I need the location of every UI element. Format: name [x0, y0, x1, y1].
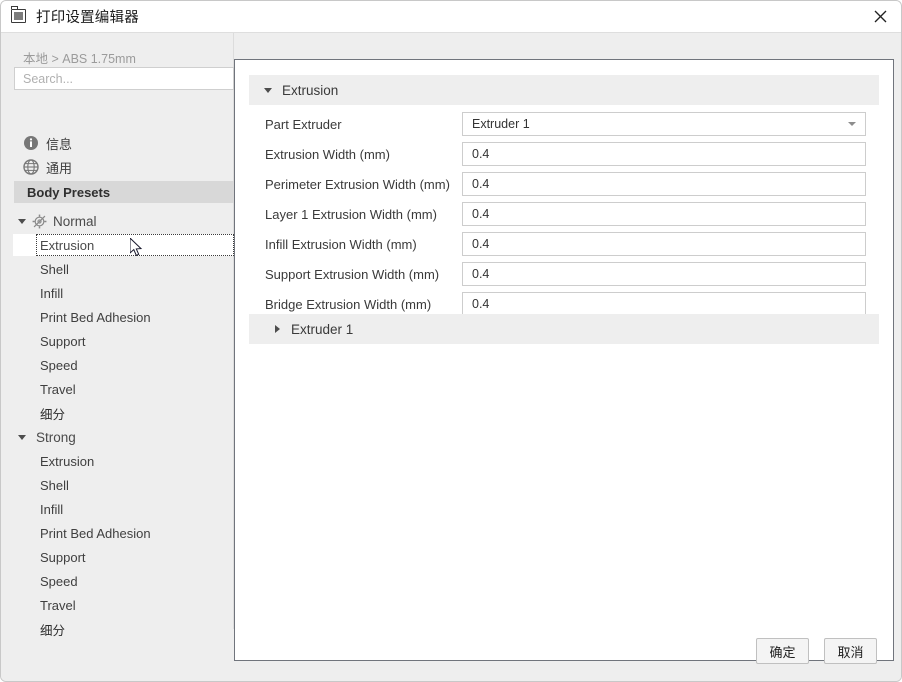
field-label: Part Extruder	[265, 117, 342, 132]
tree-item-strong-print-bed-adhesion[interactable]: Print Bed Adhesion	[1, 521, 234, 545]
tree-item-normal-extrusion[interactable]: Extrusion	[1, 233, 234, 257]
sidebar-item-label: 信息	[46, 134, 72, 153]
tree-item-label: Speed	[40, 574, 78, 589]
section-extruder1-header[interactable]: Extruder 1	[249, 314, 879, 344]
field-value: 0.4	[472, 297, 489, 311]
bridge-extrusion-width-input[interactable]: 0.4	[462, 292, 866, 316]
tree-item-strong-infill[interactable]: Infill	[1, 497, 234, 521]
section-title: Extruder 1	[291, 322, 353, 337]
part-extruder-dropdown[interactable]: Extruder 1	[462, 112, 866, 136]
close-icon	[874, 10, 887, 23]
sidebar-item-info[interactable]: 信息	[1, 131, 234, 155]
tree-item-normal-travel[interactable]: Travel	[1, 377, 234, 401]
field-perimeter-extrusion-width: Perimeter Extrusion Width (mm) 0.4	[235, 172, 895, 200]
chevron-down-icon[interactable]	[264, 86, 273, 95]
chevron-down-icon	[848, 122, 856, 126]
tree-group-label: Normal	[53, 214, 97, 229]
tree-item-label: Travel	[40, 382, 76, 397]
tree-item-label: Support	[40, 334, 86, 349]
tree-item-normal-print-bed-adhesion[interactable]: Print Bed Adhesion	[1, 305, 234, 329]
field-value: 0.4	[472, 207, 489, 221]
field-value: 0.4	[472, 267, 489, 281]
sidebar-section-header[interactable]: Body Presets	[14, 181, 234, 203]
tree-group-label: Strong	[36, 430, 76, 445]
perimeter-extrusion-width-input[interactable]: 0.4	[462, 172, 866, 196]
tree-item-label: Infill	[40, 286, 63, 301]
tree-item-normal-shell[interactable]: Shell	[1, 257, 234, 281]
printer-settings-icon	[11, 8, 28, 25]
tree-item-strong-speed[interactable]: Speed	[1, 569, 234, 593]
chevron-down-icon[interactable]	[18, 217, 27, 226]
field-value: 0.4	[472, 237, 489, 251]
dialog-body: 本地 > ABS 1.75mm 信息	[1, 33, 902, 682]
globe-icon	[23, 159, 39, 175]
tree-item-strong-support[interactable]: Support	[1, 545, 234, 569]
layer1-extrusion-width-input[interactable]: 0.4	[462, 202, 866, 226]
tree-item-label: Support	[40, 550, 86, 565]
dialog-footer: 确定 取消	[1, 629, 902, 682]
section-title: Extrusion	[282, 83, 338, 98]
print-settings-editor-window: 打印设置编辑器 本地 > ABS 1.75mm	[0, 0, 902, 682]
search-input[interactable]	[14, 67, 234, 90]
tree-item-normal-speed[interactable]: Speed	[1, 353, 234, 377]
chevron-down-icon[interactable]	[18, 433, 27, 442]
field-label: Infill Extrusion Width (mm)	[265, 237, 417, 252]
tree-item-strong-travel[interactable]: Travel	[1, 593, 234, 617]
tree-item-label: Print Bed Adhesion	[40, 526, 151, 541]
tree-item-strong-shell[interactable]: Shell	[1, 473, 234, 497]
tree-item-label: Extrusion	[40, 454, 94, 469]
window-title: 打印设置编辑器	[36, 6, 139, 27]
field-extrusion-width: Extrusion Width (mm) 0.4	[235, 142, 895, 170]
title-bar: 打印设置编辑器	[1, 1, 902, 33]
section-extrusion-header[interactable]: Extrusion	[249, 75, 879, 105]
field-support-extrusion-width: Support Extrusion Width (mm) 0.4	[235, 262, 895, 290]
field-label: Layer 1 Extrusion Width (mm)	[265, 207, 437, 222]
cancel-button[interactable]: 取消	[824, 638, 877, 664]
tree-item-label: 细分	[40, 404, 65, 423]
field-value: 0.4	[472, 177, 489, 191]
settings-panel: Extrusion Part Extruder Extruder 1 Extru…	[234, 59, 894, 661]
tree-group-strong[interactable]: Strong	[1, 425, 234, 449]
tree-item-label: Travel	[40, 598, 76, 613]
tree-item-label: Shell	[40, 262, 69, 277]
field-label: Support Extrusion Width (mm)	[265, 267, 439, 282]
sidebar-item-general[interactable]: 通用	[1, 155, 234, 179]
field-value: 0.4	[472, 147, 489, 161]
close-button[interactable]	[857, 1, 902, 32]
tree-item-label: Shell	[40, 478, 69, 493]
field-label: Bridge Extrusion Width (mm)	[265, 297, 431, 312]
gear-disabled-icon	[32, 214, 47, 229]
preset-tree: Normal Extrusion Shell Infill Print Bed …	[1, 209, 234, 629]
extrusion-width-input[interactable]: 0.4	[462, 142, 866, 166]
sidebar: 本地 > ABS 1.75mm 信息	[1, 33, 234, 629]
tree-item-label: Speed	[40, 358, 78, 373]
field-label: Extrusion Width (mm)	[265, 147, 390, 162]
tree-item-label: Extrusion	[40, 238, 94, 253]
field-part-extruder: Part Extruder Extruder 1	[235, 112, 895, 140]
tree-item-normal-subdivision[interactable]: 细分	[1, 401, 234, 425]
sidebar-item-label: 通用	[46, 158, 72, 177]
infill-extrusion-width-input[interactable]: 0.4	[462, 232, 866, 256]
tree-group-normal[interactable]: Normal	[1, 209, 234, 233]
sidebar-section-label: Body Presets	[27, 185, 110, 200]
tree-item-strong-extrusion[interactable]: Extrusion	[1, 449, 234, 473]
field-label: Perimeter Extrusion Width (mm)	[265, 177, 450, 192]
info-icon	[23, 135, 39, 151]
tree-item-normal-support[interactable]: Support	[1, 329, 234, 353]
tree-item-label: Infill	[40, 502, 63, 517]
tree-item-label: Print Bed Adhesion	[40, 310, 151, 325]
field-infill-extrusion-width: Infill Extrusion Width (mm) 0.4	[235, 232, 895, 260]
field-layer1-extrusion-width: Layer 1 Extrusion Width (mm) 0.4	[235, 202, 895, 230]
tree-item-normal-infill[interactable]: Infill	[1, 281, 234, 305]
ok-button[interactable]: 确定	[756, 638, 809, 664]
field-value: Extruder 1	[472, 117, 530, 131]
chevron-right-icon[interactable]	[273, 325, 282, 334]
breadcrumb: 本地 > ABS 1.75mm	[23, 48, 136, 67]
support-extrusion-width-input[interactable]: 0.4	[462, 262, 866, 286]
